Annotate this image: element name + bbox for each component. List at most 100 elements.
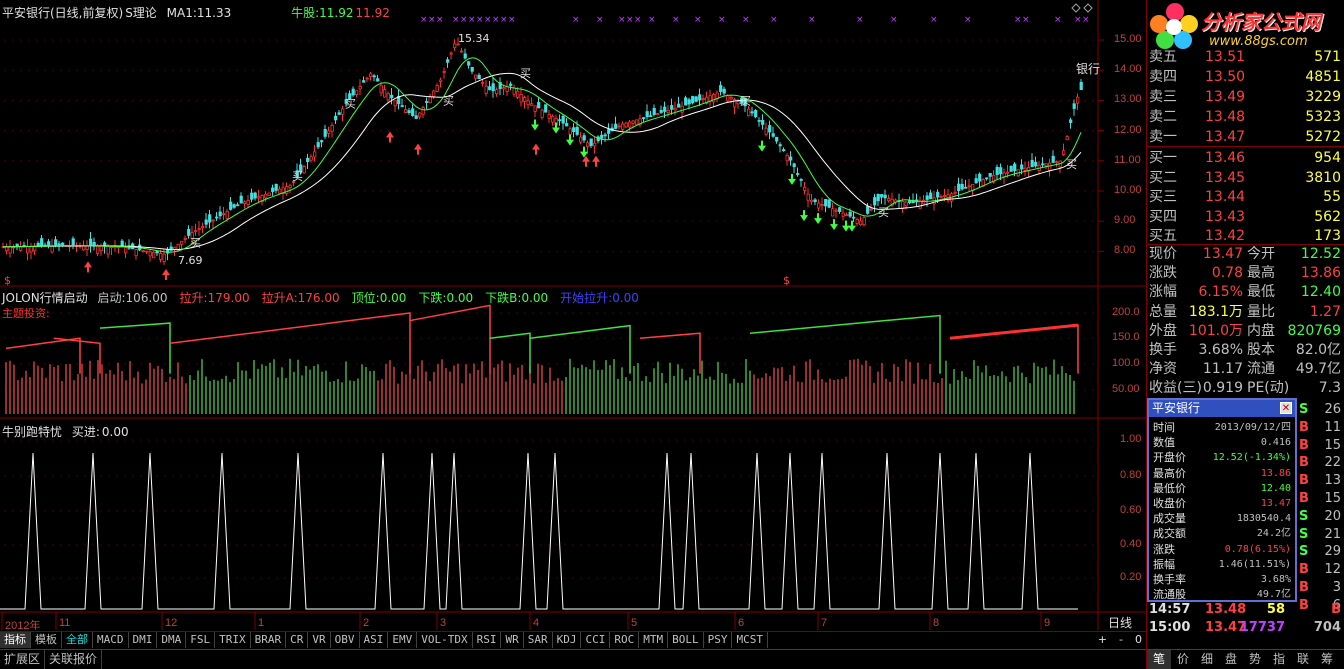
tab-trix[interactable]: TRIX (215, 632, 251, 648)
candle-body (771, 133, 775, 137)
top-marker: × (468, 15, 476, 25)
tab-obv[interactable]: OBV (331, 632, 360, 648)
period-label[interactable]: 日线 (1108, 614, 1132, 630)
top-marker: × (476, 15, 484, 25)
tab-cr[interactable]: CR (286, 632, 309, 648)
tab-rsi[interactable]: RSI (473, 632, 502, 648)
zoom-reset-button[interactable]: 0 (1135, 633, 1142, 646)
tab-kdj[interactable]: KDJ (553, 632, 582, 648)
candle-body (194, 230, 198, 232)
tab-cci[interactable]: CCI (581, 632, 611, 648)
candle-body (764, 127, 768, 135)
nav-4[interactable]: 势 (1243, 650, 1267, 669)
candle-body (621, 123, 625, 130)
tab-psy[interactable]: PSY (704, 632, 733, 648)
quote-value: 12.52 (1300, 246, 1341, 262)
candle-body (36, 242, 40, 247)
quote-label: 现价 (1149, 246, 1177, 262)
tab-dma[interactable]: DMA (157, 632, 187, 648)
top-marker: × (890, 15, 898, 25)
top-marker: × (428, 15, 436, 25)
candle-body (600, 134, 604, 139)
tab-wr[interactable]: WR (501, 632, 524, 648)
date-label: 9 (1044, 617, 1051, 629)
candle-body (670, 105, 674, 110)
quote-row: 换手 3.68% 股本 82.0亿 (1147, 340, 1344, 361)
quote-row: 涨幅 6.15% 最低 12.40 (1147, 282, 1344, 303)
popup-row: 成交额 24.2亿 (1149, 526, 1295, 541)
candle-body (974, 178, 978, 184)
tab-mtm[interactable]: MTM (639, 632, 669, 648)
candle-body (782, 149, 786, 152)
tab-全部[interactable]: 全部 (62, 632, 93, 648)
ma-value: 11.33 (196, 6, 232, 20)
tab-mcst[interactable]: MCST (732, 632, 768, 648)
tab-roc[interactable]: ROC (610, 632, 640, 648)
candle-body (484, 85, 488, 94)
down-arrow-icon (552, 122, 560, 134)
popup-row: 振幅 1.46(11.51%) (1149, 557, 1295, 572)
data-popup[interactable]: 平安银行 ✕ 时间 2013/09/12/四 数值 0.416 开盘价 12.52(-1.3… (1147, 398, 1297, 602)
popup-row: 开盘价 12.52(-1.34%) (1149, 450, 1295, 465)
buy-label: 买 (1066, 158, 1077, 171)
candle-body (330, 125, 334, 132)
candle-body (362, 80, 366, 83)
chart-svg[interactable]: 买买 买买买买买买× × × × × × × × × × × × × × × × × × × × × × × × × × × × × × × × (0, 0, 1146, 630)
sell-order-row: 卖三 13.49 3229 (1147, 87, 1344, 107)
candle-body (1079, 81, 1083, 91)
candle-body (810, 199, 814, 203)
zoom-in-button[interactable]: + (1098, 633, 1107, 646)
popup-row: 涨跌 0.78(6.15%) (1149, 542, 1295, 557)
tab-asi[interactable]: ASI (360, 632, 389, 648)
nav-0[interactable]: 笔 (1147, 650, 1171, 669)
candle-body (421, 107, 425, 115)
candle-body (134, 248, 138, 257)
tab-指标[interactable]: 指标 (0, 632, 31, 648)
indicator1-header: JOLON行情启动 启动:106.00 拉升:179.00 拉升A:176.00 顶位… (2, 289, 657, 306)
nav-7[interactable]: 筹 (1315, 650, 1339, 669)
date-label: 12 (165, 617, 178, 629)
candle-body (141, 250, 145, 252)
candle-body (862, 217, 866, 226)
nav-1[interactable]: 价 (1171, 650, 1195, 669)
nav-2[interactable]: 细 (1195, 650, 1219, 669)
up-arrow-icon (592, 155, 600, 167)
order-price: 13.43 (1205, 208, 1246, 225)
candle-body (495, 89, 499, 95)
candle-body (880, 194, 884, 198)
nav-3[interactable]: 盘 (1219, 650, 1243, 669)
candle-body (866, 205, 870, 214)
date-label: 11 (59, 617, 71, 629)
nav-5[interactable]: 指 (1267, 650, 1291, 669)
indicator1-item: 开始拉升:0.00 (560, 291, 645, 305)
low-annotation: 7.69 (178, 254, 203, 267)
tab-macd[interactable]: MACD (93, 632, 129, 648)
tab-fsl[interactable]: FSL (186, 632, 216, 648)
tab-brar[interactable]: BRAR (251, 632, 287, 648)
candle-body (936, 191, 940, 198)
tab-模板[interactable]: 模板 (31, 632, 62, 648)
candle-body (57, 243, 61, 246)
tab-sar[interactable]: SAR (524, 632, 553, 648)
top-marker: × (672, 15, 680, 25)
top-marker: × (596, 15, 604, 25)
buy-order-row: 买四 13.43 562 (1147, 207, 1344, 227)
tab-vr[interactable]: VR (308, 632, 331, 648)
tab-boll[interactable]: BOLL (668, 632, 704, 648)
tab-extension[interactable]: 扩展区 (0, 650, 46, 669)
tab-related-quotes[interactable]: 关联报价 (45, 650, 103, 669)
close-icon[interactable]: ✕ (1280, 402, 1292, 414)
chart-area[interactable]: 买买买买买买买买 × × × × × × × × × × × × × × × × × × × × × × × × × × × × × × × ×… (0, 0, 1146, 630)
nav-6[interactable]: 联 (1291, 650, 1315, 669)
quote-value: 12.40 (1300, 284, 1341, 301)
candle-body (5, 246, 9, 251)
zoom-out-button[interactable]: - (1119, 633, 1123, 646)
tab-emv[interactable]: EMV (388, 632, 418, 648)
top-marker: × (1054, 15, 1062, 25)
candle-body (817, 202, 821, 209)
quote-row: 收益(三) 0.919 PE(动) 7.3 (1147, 378, 1344, 399)
tab-dmi[interactable]: DMI (129, 632, 158, 648)
tab-vol-tdx[interactable]: VOL-TDX (417, 632, 473, 648)
candle-body (264, 193, 268, 199)
date-label: 1 (258, 617, 265, 629)
